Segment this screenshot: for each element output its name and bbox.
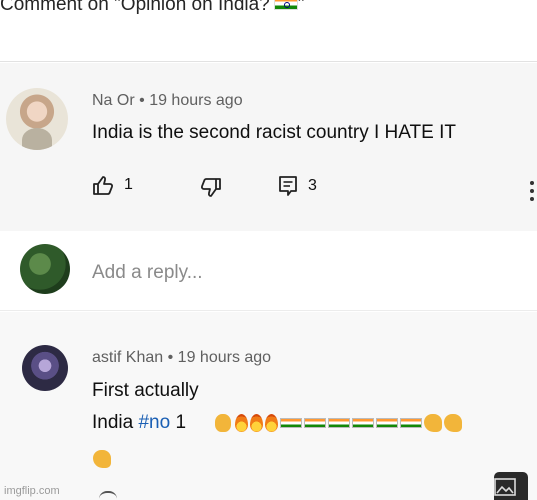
reply-text-line2: India #no 1: [92, 412, 186, 434]
page-title-text: Comment on "Opinion on India?: [0, 0, 270, 15]
meta-separator: •: [167, 349, 174, 366]
india-flag-icon: [273, 0, 298, 11]
reply-box: [0, 231, 537, 311]
comment-text: India is the second racist country I HAT…: [92, 122, 456, 143]
dislike-button[interactable]: [200, 178, 222, 198]
reply-text-line1: First actually: [92, 380, 199, 401]
reply-text-suffix: 1: [170, 412, 187, 433]
fire-icon: [265, 414, 278, 432]
avatar: [20, 244, 70, 294]
more-vertical-icon[interactable]: [527, 181, 537, 203]
hashtag-link[interactable]: #no: [138, 412, 170, 433]
reply-input[interactable]: Add a reply...: [92, 262, 203, 284]
reply-meta: astif Khan • 19 hours ago: [92, 349, 271, 367]
pointing-hand-icon: [215, 414, 231, 432]
like-button[interactable]: 1: [92, 175, 133, 195]
emoji-sequence-line3: [93, 450, 113, 468]
flexed-biceps-icon: [444, 414, 462, 432]
like-count: 1: [124, 176, 133, 193]
avatar[interactable]: [22, 345, 68, 391]
flexed-biceps-icon: [93, 450, 111, 468]
reply-author[interactable]: astif Khan: [92, 349, 163, 366]
image-icon[interactable]: [494, 472, 528, 500]
flexed-biceps-icon: [424, 414, 442, 432]
comment-meta: Na Or • 19 hours ago: [92, 92, 243, 110]
comment-time[interactable]: 19 hours ago: [149, 92, 242, 109]
thumbs-up-icon[interactable]: [92, 175, 114, 195]
reply-icon[interactable]: [278, 175, 298, 197]
india-flag-icon: [304, 418, 326, 428]
comment-author[interactable]: Na Or: [92, 92, 135, 109]
thumbs-up-icon[interactable]: [99, 491, 117, 500]
india-flag-icon: [328, 418, 350, 428]
fire-icon: [235, 414, 248, 432]
india-flag-icon: [376, 418, 398, 428]
india-flag-icon: [352, 418, 374, 428]
reply-comment: [0, 312, 537, 500]
thumbs-down-icon[interactable]: [200, 178, 222, 198]
reply-text-prefix: India: [92, 412, 139, 433]
india-flag-icon: [400, 418, 422, 428]
header: Comment on "Opinion on India? ": [0, 0, 537, 62]
india-flag-icon: [280, 418, 302, 428]
page-title: Comment on "Opinion on India? ": [0, 0, 305, 16]
replies-button[interactable]: 3: [278, 175, 317, 197]
watermark: imgflip.com: [4, 485, 60, 497]
meta-separator: •: [139, 92, 145, 109]
reply-count: 3: [308, 177, 317, 194]
comment-thread: [0, 63, 537, 231]
emoji-sequence: [215, 414, 464, 432]
fire-icon: [250, 414, 263, 432]
reply-time[interactable]: 19 hours ago: [178, 349, 271, 366]
avatar[interactable]: [6, 88, 68, 150]
